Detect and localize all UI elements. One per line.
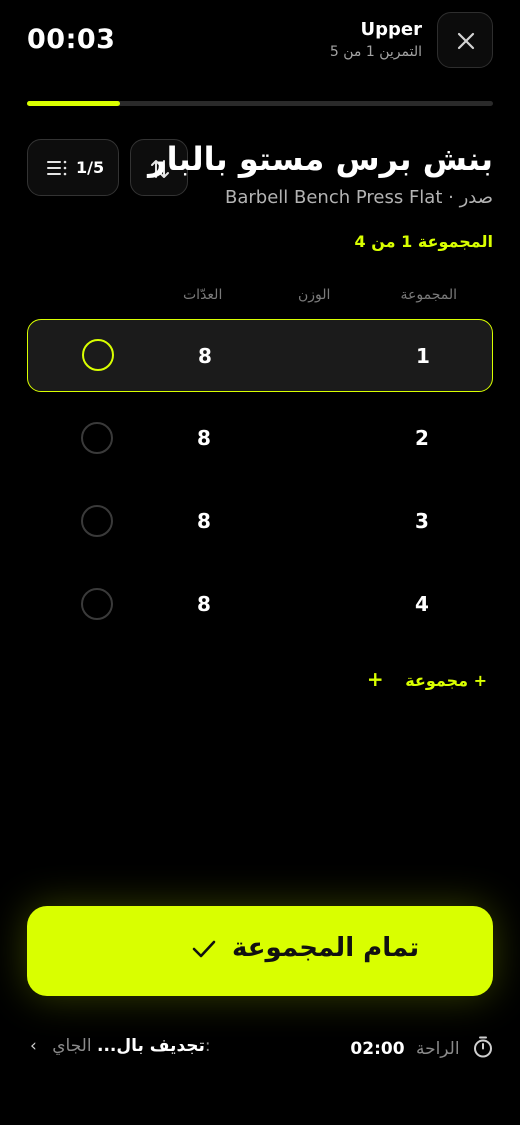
workout-progress-fill xyxy=(27,101,121,106)
exercise-subtitle: Barbell Bench Press Flat · صدر xyxy=(225,187,493,208)
plus-icon: + xyxy=(366,667,384,691)
set-indicator: المجموعة 1 من 4 xyxy=(354,232,493,251)
add-set-button[interactable]: + مجموعة + xyxy=(367,667,487,691)
workout-progress-bar xyxy=(27,101,493,106)
exercise-list-button[interactable]: 1/5 xyxy=(27,139,119,196)
chevron-left-icon: ‹ xyxy=(30,1036,37,1056)
exercise-title: بنش برس مستو بالبار xyxy=(148,140,493,178)
exercise-counter: 1/5 xyxy=(76,158,105,177)
complete-set-label: تمام المجموعة xyxy=(232,933,420,963)
set-number: 2 xyxy=(415,426,429,450)
set-row[interactable]: 3 8 xyxy=(27,485,493,558)
set-check-circle[interactable] xyxy=(82,339,114,371)
next-exercise-name: تجديف بال... xyxy=(97,1036,205,1056)
set-check-circle[interactable] xyxy=(81,505,113,537)
reps-value[interactable]: 8 xyxy=(184,592,224,616)
elapsed-timer: 00:03 xyxy=(27,24,116,55)
rest-label: الراحة xyxy=(415,1039,460,1059)
reps-value[interactable]: 8 xyxy=(184,426,224,450)
check-icon xyxy=(192,940,216,958)
reps-value[interactable]: 8 xyxy=(184,509,224,533)
next-exercise[interactable]: ‹ تجديف بال... الجاي: xyxy=(30,1036,211,1056)
close-icon xyxy=(457,32,475,50)
set-number: 3 xyxy=(415,509,429,533)
rest-time: 02:00 xyxy=(350,1039,405,1059)
add-set-label: + مجموعة xyxy=(405,671,487,690)
workout-name: Upper xyxy=(360,19,422,40)
set-row[interactable]: 4 8 xyxy=(27,568,493,641)
set-number: 4 xyxy=(415,592,429,616)
column-header-weight: الوزن xyxy=(298,287,331,303)
rest-timer: 02:00 الراحة xyxy=(350,1036,493,1059)
list-icon xyxy=(47,160,67,176)
set-check-circle[interactable] xyxy=(81,422,113,454)
set-row-active[interactable]: 1 8 xyxy=(27,319,493,392)
set-row[interactable]: 2 8 xyxy=(27,402,493,475)
stopwatch-icon xyxy=(474,1036,492,1058)
close-button[interactable] xyxy=(437,12,493,68)
set-number: 1 xyxy=(416,344,430,368)
column-header-set: المجموعة xyxy=(400,287,457,303)
workout-progress-label: التمرين 1 من 5 xyxy=(329,44,422,60)
column-header-reps: العدّات xyxy=(183,287,223,303)
complete-set-button[interactable]: تمام المجموعة xyxy=(27,906,493,996)
set-check-circle[interactable] xyxy=(81,588,113,620)
reps-value[interactable]: 8 xyxy=(185,344,225,368)
